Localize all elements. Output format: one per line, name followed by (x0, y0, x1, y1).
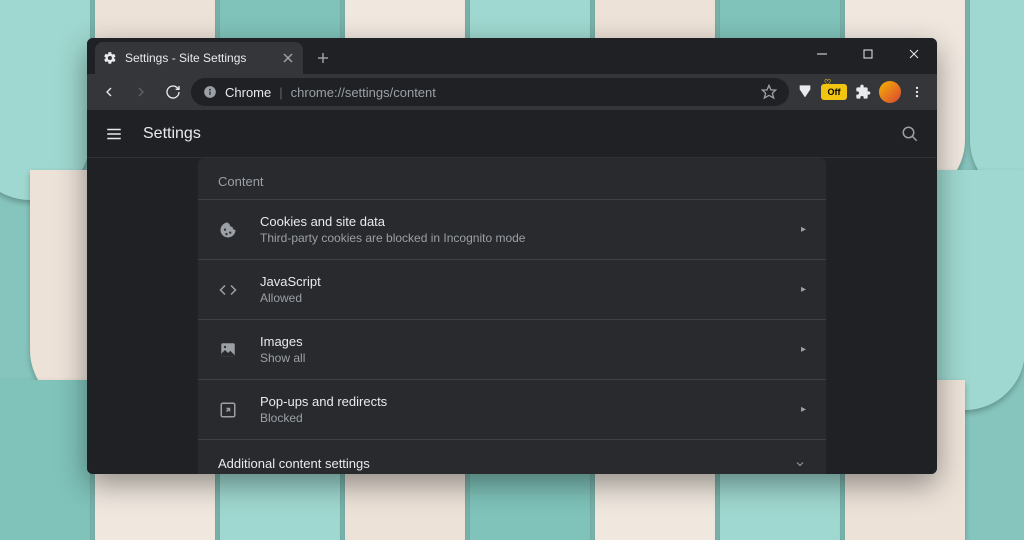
back-button[interactable] (95, 78, 123, 106)
row-desc: Allowed (260, 291, 779, 305)
row-name: Additional content settings (218, 456, 794, 471)
row-additional-content-settings[interactable]: Additional content settings (198, 439, 826, 474)
popup-icon (218, 400, 238, 420)
chevron-right-icon: ▸ (801, 224, 806, 235)
row-name: Pop-ups and redirects (260, 394, 779, 409)
close-window-button[interactable] (891, 38, 937, 70)
row-desc: Blocked (260, 411, 779, 425)
settings-content[interactable]: Content Cookies and site data Third-party… (87, 158, 937, 474)
hamburger-menu-icon[interactable] (105, 125, 123, 143)
omnibox-brand: Chrome (225, 85, 271, 100)
code-icon (218, 280, 238, 300)
row-name: Cookies and site data (260, 214, 779, 229)
close-tab-icon[interactable] (281, 51, 295, 65)
new-tab-button[interactable] (309, 44, 337, 72)
minimize-button[interactable] (799, 38, 845, 70)
row-cookies[interactable]: Cookies and site data Third-party cookies… (198, 199, 826, 259)
maximize-button[interactable] (845, 38, 891, 70)
forward-button[interactable] (127, 78, 155, 106)
window-controls (799, 38, 937, 70)
tab-title: Settings - Site Settings (125, 51, 273, 65)
chevron-right-icon: ▸ (801, 284, 806, 295)
kebab-menu-icon[interactable] (905, 80, 929, 104)
row-desc: Show all (260, 351, 779, 365)
reload-button[interactable] (159, 78, 187, 106)
cookie-icon (218, 220, 238, 240)
gear-icon (103, 51, 117, 65)
row-desc: Third-party cookies are blocked in Incog… (260, 231, 779, 245)
chrome-window: Settings - Site Settings Chrome | chrome… (87, 38, 937, 474)
omnibox-url: chrome://settings/content (291, 85, 436, 100)
window-titlebar: Settings - Site Settings (87, 38, 937, 74)
search-icon[interactable] (901, 125, 919, 143)
chevron-down-icon (794, 458, 806, 470)
settings-header: Settings (87, 110, 937, 158)
image-icon (218, 340, 238, 360)
profile-avatar[interactable] (879, 81, 901, 103)
chevron-right-icon: ▸ (801, 344, 806, 355)
extension-tag-icon[interactable] (793, 80, 817, 104)
chevron-right-icon: ▸ (801, 404, 806, 415)
row-name: JavaScript (260, 274, 779, 289)
settings-title: Settings (143, 125, 201, 143)
omnibox[interactable]: Chrome | chrome://settings/content (191, 78, 789, 106)
site-info-icon[interactable] (203, 85, 217, 99)
row-name: Images (260, 334, 779, 349)
section-label: Content (198, 158, 826, 199)
row-popups[interactable]: Pop-ups and redirects Blocked ▸ (198, 379, 826, 439)
omnibox-separator: | (279, 85, 282, 100)
bookmark-star-icon[interactable] (761, 84, 777, 100)
content-settings-card: Content Cookies and site data Third-party… (198, 158, 826, 474)
row-images[interactable]: Images Show all ▸ (198, 319, 826, 379)
extension-off-badge[interactable]: Off♡ (821, 84, 847, 100)
extensions-puzzle-icon[interactable] (851, 80, 875, 104)
row-javascript[interactable]: JavaScript Allowed ▸ (198, 259, 826, 319)
browser-toolbar: Chrome | chrome://settings/content Off♡ (87, 74, 937, 110)
browser-tab[interactable]: Settings - Site Settings (95, 42, 303, 74)
